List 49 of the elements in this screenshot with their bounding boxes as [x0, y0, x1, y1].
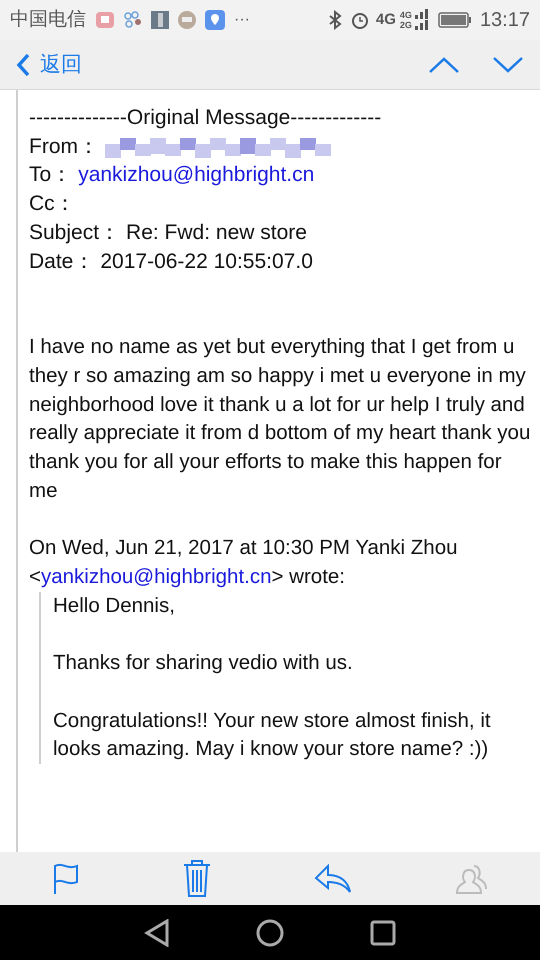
- triangle-back-icon: [144, 918, 170, 946]
- home-nav-button[interactable]: [256, 918, 284, 946]
- more-notifications: ···: [234, 10, 250, 30]
- back-button[interactable]: 返回: [16, 48, 82, 80]
- message-body: I have no name as yet but everything that I get from u they r so amazing am so happy i met u everyone in my neighborhood love it thank u a lot for ur help I truly and really appreciate it from d bottom of my heart thank you thank you for all your efforts to make this happen for me: [29, 334, 532, 504]
- previous-message-button[interactable]: [428, 56, 460, 74]
- field-label: To：: [29, 162, 72, 188]
- battery-icon: [438, 12, 472, 28]
- quoted-paragraph: Congratulations!! Your new store almost finish, it looks amazing. May i know your store name? :)): [53, 708, 492, 762]
- network-type: 4G: [376, 10, 396, 30]
- field-label: From：: [29, 134, 99, 160]
- sim-network-type: 2G: [400, 20, 412, 30]
- flag-icon: [52, 862, 80, 894]
- back-nav-button[interactable]: [144, 918, 170, 946]
- notification-icon: [94, 10, 116, 30]
- quoted-paragraph: Hello Dennis,: [53, 592, 176, 619]
- alarm-icon: [350, 10, 370, 30]
- field-value: Re: Fwd: new store: [126, 220, 307, 246]
- chevron-left-icon: [16, 52, 30, 76]
- field-label: Subject：: [29, 220, 120, 246]
- field-value: 2017-06-22 10:55:07.0: [100, 248, 313, 275]
- circle-home-icon: [256, 918, 284, 946]
- trash-icon: [182, 860, 210, 898]
- photo-app-icon: [150, 10, 170, 30]
- signal-icon: [414, 9, 430, 31]
- reply-button[interactable]: [314, 864, 352, 894]
- next-message-button[interactable]: [492, 56, 524, 74]
- flag-button[interactable]: [52, 862, 80, 894]
- sim-network-type: 4G: [400, 10, 412, 20]
- quoted-paragraph: Thanks for sharing vedio with us.: [53, 650, 354, 676]
- chevron-up-icon: [428, 56, 460, 74]
- delete-button[interactable]: [182, 860, 210, 898]
- email-link[interactable]: yankizhou@highbright.cn: [78, 161, 314, 190]
- field-label: Date：: [29, 248, 94, 275]
- location-icon: [204, 9, 226, 31]
- square-recents-icon: [370, 920, 396, 946]
- people-icon: [454, 862, 488, 894]
- recents-nav-button[interactable]: [370, 920, 396, 946]
- chat-app-icon: [176, 10, 198, 30]
- separator-line: --------------Original Message-------------: [29, 105, 382, 131]
- carrier-name: 中国电信: [10, 8, 86, 32]
- clock: 13:17: [480, 8, 530, 33]
- bluetooth-icon: [328, 10, 342, 30]
- chevron-down-icon: [492, 56, 524, 74]
- field-label: Cc：: [29, 191, 76, 218]
- quote-attribution: On Wed, Jun 21, 2017 at 10:30 PM Yanki Zhou <yankizhou@highbright.cn> wrote:: [29, 535, 458, 590]
- bubbles-icon: [122, 10, 144, 30]
- email-link[interactable]: yankizhou@highbright.cn: [40, 565, 272, 588]
- reply-icon: [314, 864, 352, 894]
